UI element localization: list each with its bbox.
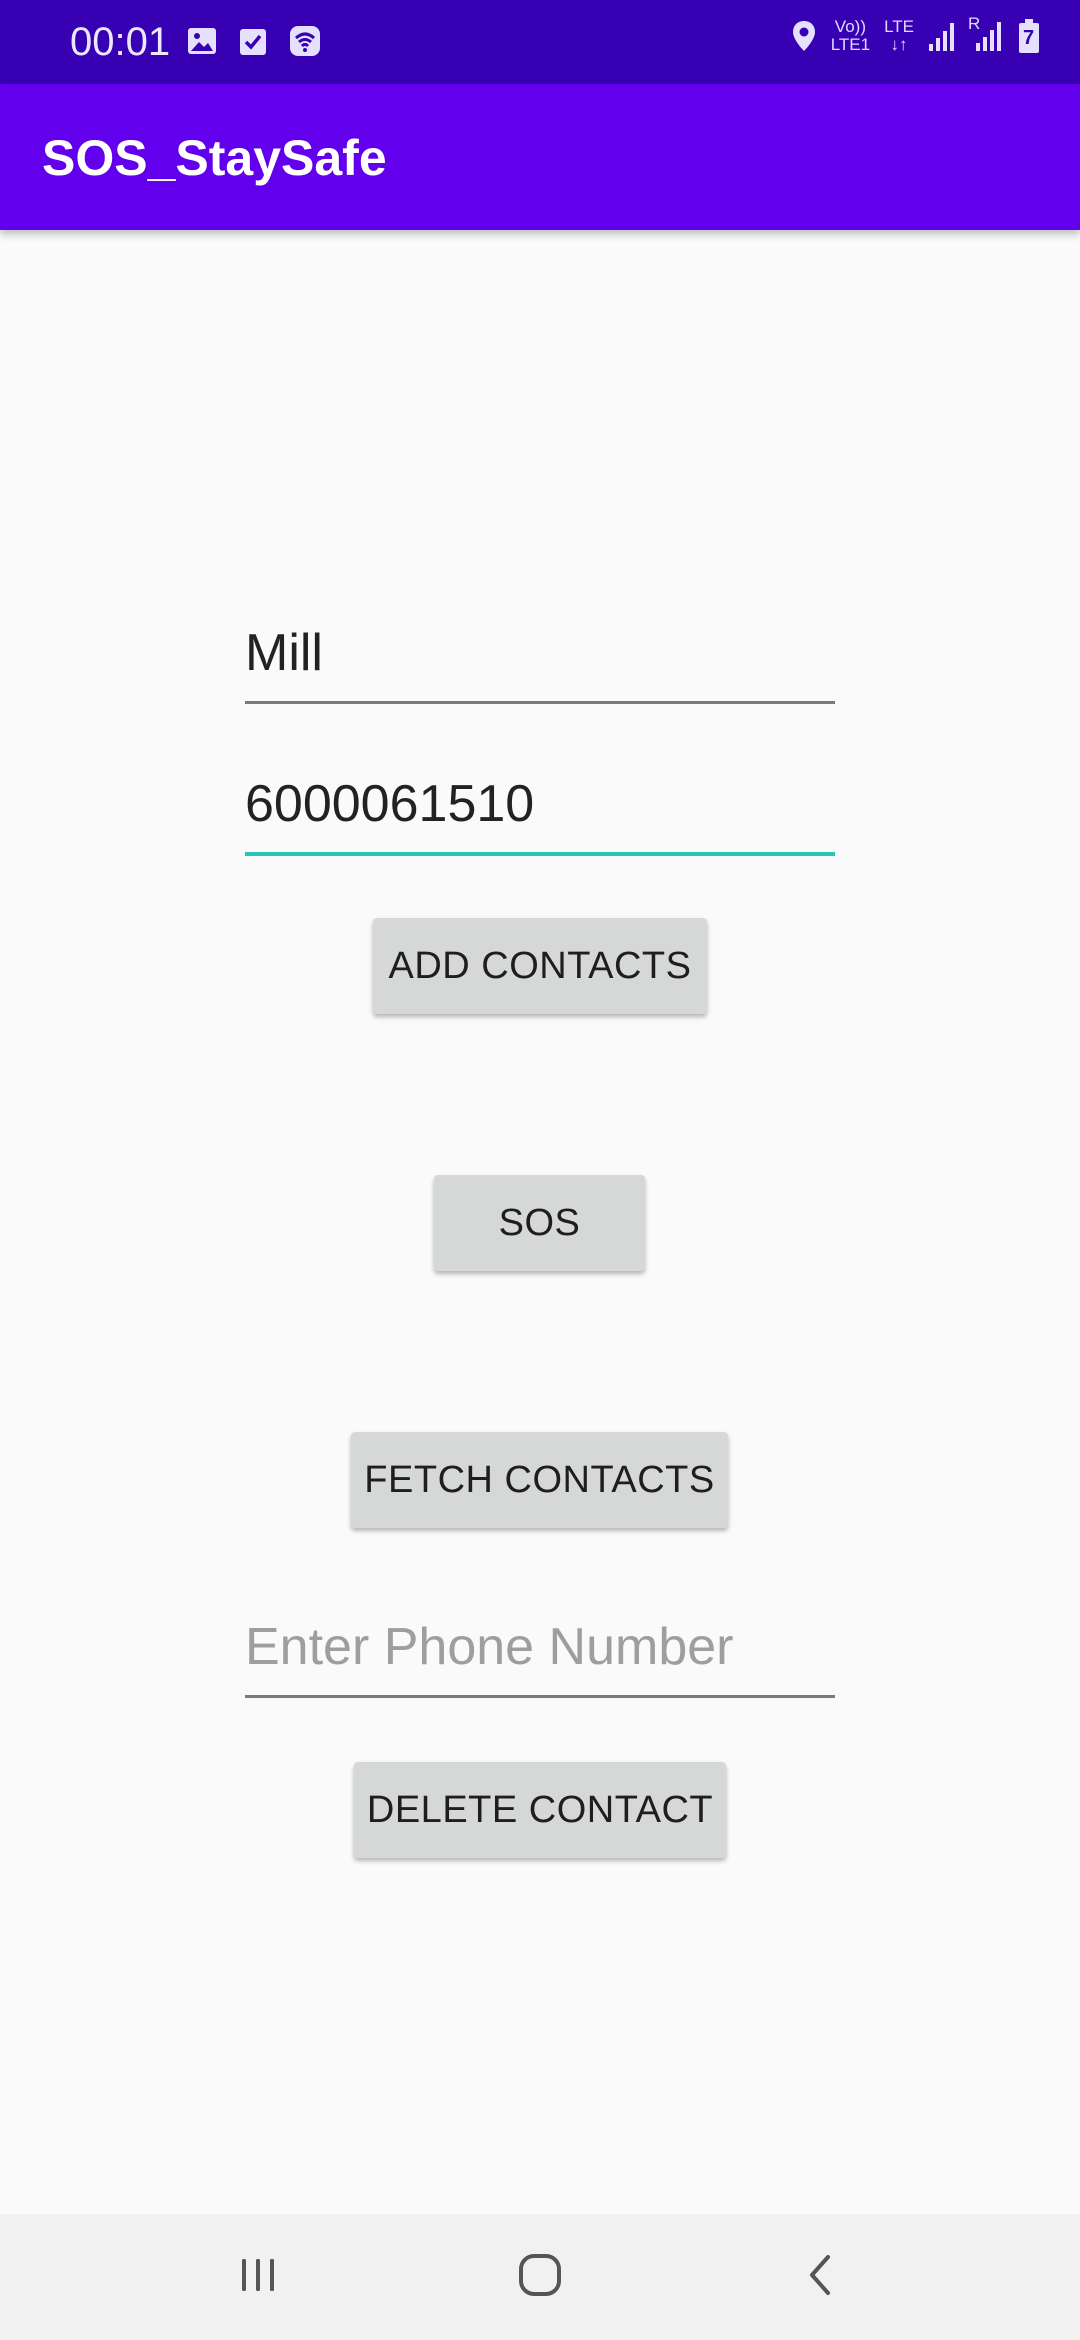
app-bar: SOS_StaySafe (0, 84, 1080, 230)
contact-phone-field[interactable] (245, 766, 835, 856)
home-button[interactable] (500, 2242, 580, 2312)
battery-icon: 7 (1018, 18, 1040, 54)
fetch-contacts-button[interactable]: FETCH CONTACTS (351, 1432, 728, 1528)
back-button[interactable] (780, 2242, 860, 2312)
navigation-bar (0, 2214, 1080, 2340)
signal-icon (928, 20, 956, 52)
app-title: SOS_StaySafe (42, 130, 387, 186)
back-icon (800, 2251, 840, 2304)
home-icon (516, 2251, 564, 2304)
delete-contact-button[interactable]: DELETE CONTACT (354, 1762, 726, 1858)
wifi-calling-icon (288, 24, 322, 58)
volte-icon: Vo)) LTE1 (830, 17, 871, 54)
image-icon (186, 25, 218, 57)
add-contacts-button[interactable]: ADD CONTACTS (373, 918, 707, 1014)
battery-level: 7 (1023, 27, 1035, 49)
status-left-icons (186, 24, 322, 58)
delete-phone-field[interactable] (245, 1608, 835, 1698)
sos-button[interactable]: SOS (434, 1175, 645, 1271)
checkbox-icon (238, 25, 268, 57)
roaming-signal-icon: R (968, 15, 1004, 53)
location-icon (791, 19, 817, 53)
status-right-icons: Vo)) LTE1 LTE ↓↑ R 7 (791, 15, 1040, 54)
recents-button[interactable] (218, 2242, 298, 2312)
recents-icon (236, 2255, 280, 2300)
status-time: 00:01 (70, 20, 171, 64)
lte-icon: LTE ↓↑ (884, 17, 914, 54)
contact-name-field[interactable] (245, 614, 835, 704)
status-bar: 00:01 Vo)) LTE1 LTE ↓↑ R 7 (0, 0, 1080, 84)
